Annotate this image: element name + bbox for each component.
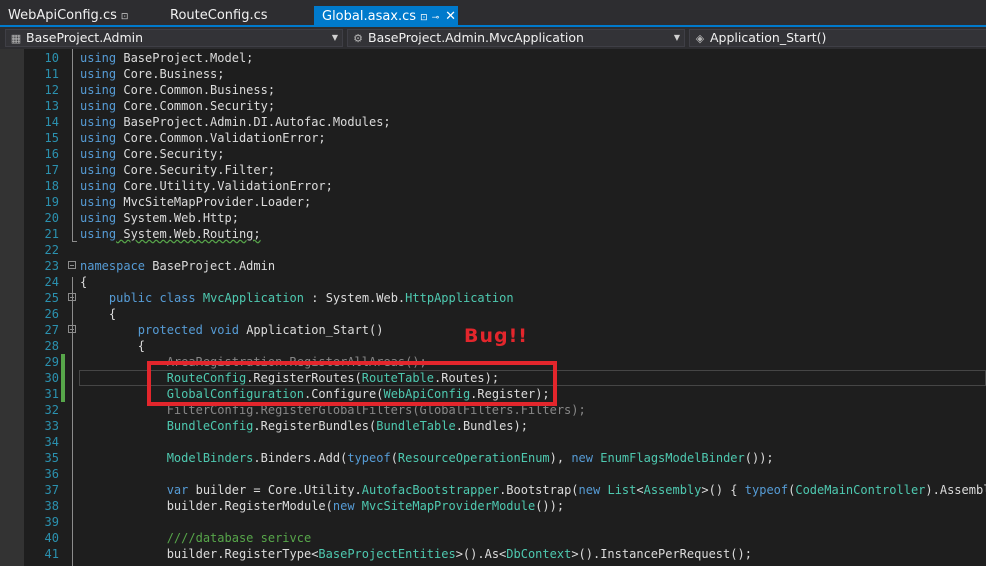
tab-label: RouteConfig.cs (170, 8, 268, 23)
tab-label: WebApiConfig.cs (8, 8, 117, 23)
bug-highlight-box (147, 361, 557, 406)
code-line: 38 builder.RegisterModule(new MvcSiteMap… (44, 499, 565, 513)
code-line: 13 using Core.Common.Security; (44, 99, 276, 113)
code-line: 25 public class MvcApplication : System.… (44, 291, 514, 305)
code-line: 16 using Core.Security; (44, 147, 225, 161)
code-line: 41 builder.RegisterType<BaseProjectEntit… (44, 547, 752, 561)
class-dropdown[interactable]: ⚙ BaseProject.Admin.MvcApplication ▼ (347, 29, 685, 47)
code-line: 21 using System.Web.Routing; (44, 227, 261, 241)
code-line: 11 using Core.Business; (44, 67, 225, 81)
code-line: 24{ (44, 275, 88, 289)
code-line: 20 using System.Web.Http; (44, 211, 239, 225)
member-dropdown[interactable]: ◈ Application_Start() (689, 29, 986, 47)
indicator-margin (0, 49, 24, 566)
code-line: 15 using Core.Common.ValidationError; (44, 131, 326, 145)
chevron-down-icon: ▼ (673, 33, 680, 42)
bug-annotation: Bug!! (464, 325, 528, 347)
pin-icon[interactable]: ⊡ (420, 13, 428, 23)
tab-routeconfig[interactable]: RouteConfig.cs (162, 5, 310, 27)
tab-label: Global.asax.cs (322, 9, 417, 24)
pushpin-icon[interactable]: ⊸ (432, 13, 440, 23)
code-line: 18 using Core.Utility.ValidationError; (44, 179, 333, 193)
tab-global-asax[interactable]: Global.asax.cs ⊡ ⊸ ✕ (314, 6, 458, 27)
document-tab-bar: WebApiConfig.cs ⊡ RouteConfig.cs Global.a… (0, 0, 986, 27)
code-line: 19 using MvcSiteMapProvider.Loader; (44, 195, 312, 209)
collapse-icon[interactable] (68, 261, 76, 269)
code-line: 26 { (44, 307, 117, 321)
class-name: BaseProject.Admin.MvcApplication (368, 30, 584, 45)
code-line: 36 (44, 467, 59, 481)
code-editor[interactable]: 10 using BaseProject.Model; 11 using Core.… (24, 49, 986, 566)
member-name: Application_Start() (710, 30, 827, 45)
navigation-bar: ▦ BaseProject.Admin ▼ ⚙ BaseProject.Admin.M… (0, 27, 986, 49)
code-line: 37 var builder = Core.Utility.AutofacBoo… (44, 483, 986, 497)
close-icon[interactable]: ✕ (445, 9, 456, 24)
pin-icon[interactable]: ⊡ (121, 12, 129, 22)
project-icon: ▦ (10, 32, 22, 45)
code-line: 33 BundleConfig.RegisterBundles(BundleTa… (44, 419, 528, 433)
code-line: 34 (44, 435, 59, 449)
collapse-icon[interactable] (68, 325, 76, 333)
code-line: 39 (44, 515, 59, 529)
code-line: 17 using Core.Security.Filter; (44, 163, 276, 177)
method-icon: ◈ (695, 32, 705, 45)
class-icon: ⚙ (353, 32, 363, 45)
code-line: 35 ModelBinders.Binders.Add(typeof(Resou… (44, 451, 774, 465)
code-line: 23 namespace BaseProject.Admin (44, 259, 276, 273)
code-line: 12 using Core.Common.Business; (44, 83, 276, 97)
code-line: 14 using BaseProject.Admin.DI.Autofac.Mod… (44, 115, 391, 129)
project-dropdown[interactable]: ▦ BaseProject.Admin ▼ (5, 29, 343, 47)
collapse-icon[interactable] (68, 293, 76, 301)
chevron-down-icon: ▼ (331, 33, 338, 42)
code-line: 22 (44, 243, 59, 257)
code-line: 10 using BaseProject.Model; (44, 51, 254, 65)
code-line: 40 ////database serivce (44, 531, 312, 545)
tab-webapiconfig[interactable]: WebApiConfig.cs ⊡ (0, 5, 150, 27)
project-name: BaseProject.Admin (26, 30, 144, 45)
